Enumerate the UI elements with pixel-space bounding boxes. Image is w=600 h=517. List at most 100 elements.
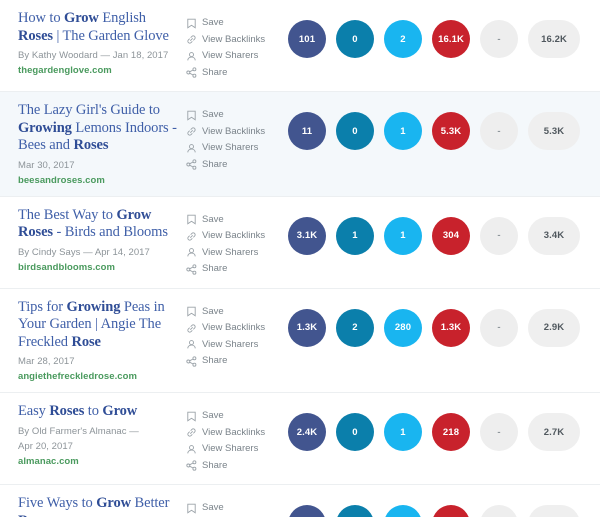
twitter-shares-badge[interactable]: 1 <box>384 413 422 451</box>
action-label: Save <box>202 502 224 513</box>
action-save[interactable]: Save <box>186 213 282 227</box>
total-shares-badge[interactable]: 2.5K <box>528 505 580 517</box>
action-view-sharers[interactable]: View Sharers <box>186 338 282 352</box>
facebook-shares-badge[interactable]: 1.3K <box>288 308 326 347</box>
linkedin-shares-badge[interactable]: 0 <box>336 505 374 517</box>
linkedin-shares-badge[interactable]: 2 <box>336 308 374 347</box>
person-icon <box>186 51 197 62</box>
google-shares-badge[interactable]: - <box>480 20 518 58</box>
result-row-5: Easy Roses to Grow By Old Farmer's Alman… <box>0 393 600 485</box>
article-domain-link[interactable]: beesandroses.com <box>18 174 178 187</box>
action-view-sharers[interactable]: View Sharers <box>186 49 282 63</box>
article-info-cell: Tips for Growing Peas in Your Garden | A… <box>18 299 186 384</box>
total-shares-badge[interactable]: 3.4K <box>528 216 580 255</box>
article-actions-cell: Save View Backlinks View Sharers Share <box>186 10 282 82</box>
article-byline-date: Apr 20, 2017 <box>18 440 74 452</box>
action-view-backlinks[interactable]: View Backlinks <box>186 426 282 440</box>
article-byline: By Old Farmer's Almanac — <box>18 425 139 437</box>
google-shares-badge[interactable]: - <box>480 216 518 255</box>
action-label: View Backlinks <box>202 125 266 137</box>
action-label: Share <box>202 263 228 274</box>
action-view-backlinks[interactable]: View Backlinks <box>186 33 282 47</box>
article-domain-link[interactable]: almanac.com <box>18 455 178 468</box>
article-title-link[interactable]: Five Ways to Grow Better Roses <box>18 495 178 517</box>
facebook-shares-badge[interactable]: 2.4K <box>288 413 326 451</box>
result-row-3: The Best Way to Grow Roses - Birds and B… <box>0 196 600 289</box>
google-shares-badge[interactable]: - <box>480 112 518 150</box>
action-label: View Sharers <box>202 443 259 454</box>
action-label: Share <box>202 66 228 78</box>
facebook-shares-badge[interactable]: 3.1K <box>288 216 326 255</box>
action-view-sharers[interactable]: View Sharers <box>186 141 282 155</box>
pinterest-shares-badge[interactable]: 5.3K <box>432 112 470 150</box>
facebook-shares-badge[interactable]: 2.5K <box>288 505 326 517</box>
action-save[interactable]: Save <box>186 409 282 423</box>
facebook-shares-badge[interactable]: 101 <box>288 20 326 58</box>
action-view-backlinks[interactable]: View Backlinks <box>186 229 282 243</box>
linkedin-shares-badge[interactable]: 1 <box>336 216 374 255</box>
bookmark-icon <box>186 18 197 29</box>
total-shares-badge[interactable]: 2.7K <box>528 413 580 451</box>
article-title-link[interactable]: The Best Way to Grow Roses - Birds and B… <box>18 207 178 242</box>
action-save[interactable]: Save <box>186 305 282 319</box>
pinterest-shares-badge[interactable]: 1.3K <box>432 308 470 347</box>
action-save[interactable]: Save <box>186 501 282 515</box>
action-share[interactable]: Share <box>186 354 282 368</box>
article-domain-link[interactable]: angiethefreckledrose.com <box>18 370 178 383</box>
article-byline: Mar 28, 2017 <box>18 356 75 367</box>
linkedin-shares-badge[interactable]: 0 <box>336 413 374 451</box>
article-info-cell: How to Grow English Roses | The Garden G… <box>18 10 186 77</box>
share-metrics-cell: 101 0 2 16.1K - 16.2K <box>282 10 592 58</box>
linkedin-shares-badge[interactable]: 0 <box>336 112 374 150</box>
action-save[interactable]: Save <box>186 108 282 122</box>
action-label: View Backlinks <box>202 230 266 241</box>
total-shares-badge[interactable]: 5.3K <box>528 112 580 150</box>
action-view-sharers[interactable]: View Sharers <box>186 246 282 260</box>
result-row-6: Five Ways to Grow Better Roses By Garden… <box>0 485 600 517</box>
pinterest-shares-badge[interactable]: 218 <box>432 413 470 451</box>
google-shares-badge[interactable]: - <box>480 413 518 451</box>
article-actions-cell: Save View Backlinks View Sharers Share <box>186 207 282 279</box>
article-byline: By Kathy Woodard — Jan 18, 2017 <box>18 50 169 61</box>
action-share[interactable]: Share <box>186 158 282 172</box>
twitter-shares-badge[interactable]: 1 <box>384 112 422 150</box>
action-label: Save <box>202 305 224 317</box>
pinterest-shares-badge[interactable]: 304 <box>432 216 470 255</box>
link-icon <box>186 126 197 137</box>
article-info-cell: The Lazy Girl's Guide to Growing Lemons … <box>18 102 186 187</box>
twitter-shares-badge[interactable]: 15 <box>384 505 422 517</box>
action-save[interactable]: Save <box>186 16 282 30</box>
link-icon <box>186 323 197 334</box>
article-domain-link[interactable]: birdsandblooms.com <box>18 261 178 274</box>
action-view-backlinks[interactable]: View Backlinks <box>186 321 282 335</box>
pinterest-shares-badge[interactable]: 16.1K <box>432 20 470 58</box>
action-view-backlinks[interactable]: View Backlinks <box>186 125 282 139</box>
facebook-shares-badge[interactable]: 11 <box>288 112 326 150</box>
action-share[interactable]: Share <box>186 262 282 276</box>
article-title-link[interactable]: The Lazy Girl's Guide to Growing Lemons … <box>18 102 178 155</box>
total-shares-badge[interactable]: 16.2K <box>528 20 580 58</box>
article-title-link[interactable]: How to Grow English Roses | The Garden G… <box>18 10 178 45</box>
action-label: View Backlinks <box>202 426 266 438</box>
share-icon <box>186 355 197 367</box>
article-title-link[interactable]: Easy Roses to Grow <box>18 403 178 421</box>
twitter-shares-badge[interactable]: 1 <box>384 216 422 255</box>
result-row-2: The Lazy Girl's Guide to Growing Lemons … <box>0 92 600 197</box>
action-view-sharers[interactable]: View Sharers <box>186 442 282 456</box>
action-label: View Backlinks <box>202 322 266 333</box>
article-title-link[interactable]: Tips for Growing Peas in Your Garden | A… <box>18 299 178 352</box>
action-label: Share <box>202 355 228 366</box>
twitter-shares-badge[interactable]: 280 <box>384 308 422 347</box>
twitter-shares-badge[interactable]: 2 <box>384 20 422 58</box>
bookmark-icon <box>186 411 197 422</box>
linkedin-shares-badge[interactable]: 0 <box>336 20 374 58</box>
google-shares-badge[interactable]: - <box>480 505 518 517</box>
article-domain-link[interactable]: thegardenglove.com <box>18 64 178 77</box>
bookmark-icon <box>186 110 197 121</box>
action-label: Share <box>202 459 228 471</box>
pinterest-shares-badge[interactable]: 18 <box>432 505 470 517</box>
action-share[interactable]: Share <box>186 459 282 473</box>
total-shares-badge[interactable]: 2.9K <box>528 308 580 347</box>
google-shares-badge[interactable]: - <box>480 308 518 347</box>
action-share[interactable]: Share <box>186 66 282 80</box>
